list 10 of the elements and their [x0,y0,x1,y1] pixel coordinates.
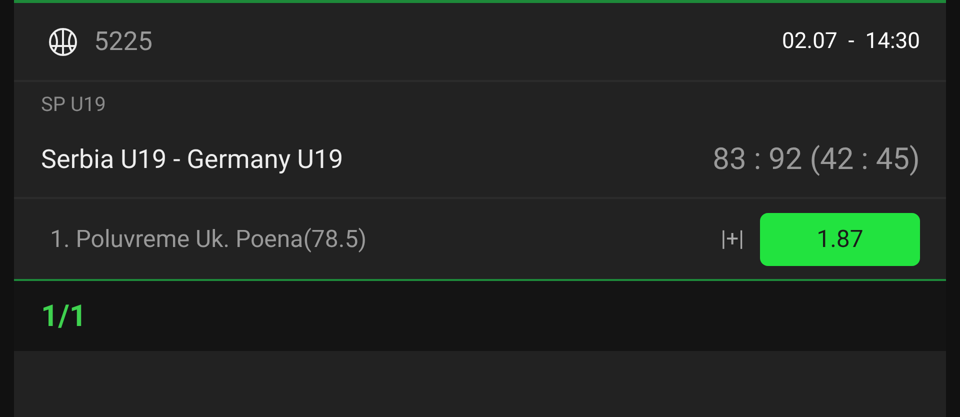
event-datetime: 02.07 - 14:30 [782,29,920,54]
match-score: 83 : 92 (42 : 45) [712,142,920,177]
bet-sign: |+| [720,226,744,252]
bet-market: 1. Poluvreme Uk. Poena(78.5) [50,225,367,253]
page-counter: 1/1 [41,298,87,334]
event-code: 5225 [94,26,152,56]
odds-button[interactable]: 1.87 [760,212,920,266]
match-teams: Serbia U19 - Germany U19 [41,144,344,174]
basketball-icon [48,26,78,56]
league-name: SP U19 [41,92,106,116]
